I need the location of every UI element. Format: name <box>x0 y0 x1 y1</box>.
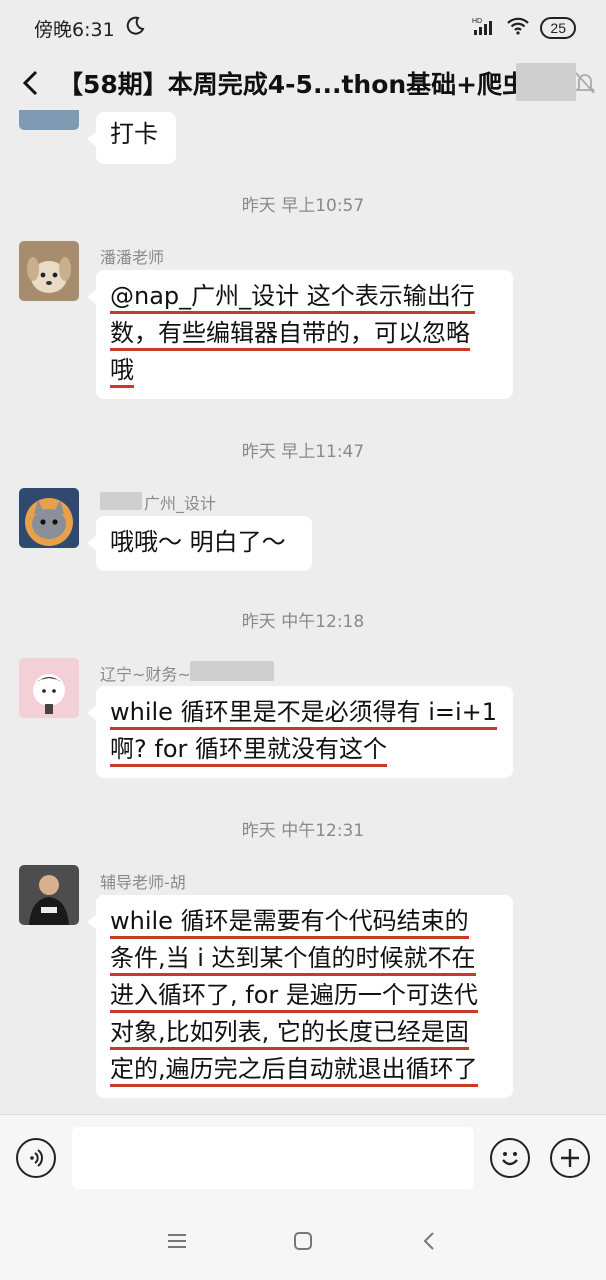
chat-title-text: 【58期】本周完成4-5...thon基础+爬虫 <box>58 70 518 99</box>
nav-back-icon[interactable] <box>412 1224 446 1258</box>
battery-indicator: 25 <box>540 17 576 39</box>
sender-name: 潘潘老师 <box>100 248 165 267</box>
voice-icon[interactable] <box>16 1138 56 1178</box>
chat-header: 【58期】本周完成4-5...thon基础+爬虫 <box>0 56 606 110</box>
message-text-line: 条件,当 i 达到某个值的时候就不在 <box>110 944 476 976</box>
redacted-block <box>100 492 142 510</box>
timestamp: 昨天 早上10:57 <box>241 196 365 216</box>
message-text-line: @nap_广州_设计 这个表示输出行 <box>110 282 475 314</box>
wifi-icon <box>506 16 530 41</box>
emoji-icon[interactable] <box>490 1138 530 1178</box>
message-input[interactable] <box>72 1127 474 1189</box>
message-bubble[interactable]: while 循环是需要有个代码结束的 条件,当 i 达到某个值的时候就不在 进入… <box>87 895 513 1098</box>
chat-messages[interactable]: 打卡 昨天 早上10:57 潘潘老师 @nap_广州_设计 这个表示输出行 数，… <box>0 110 606 1114</box>
timestamp: 昨天 早上11:47 <box>241 442 365 462</box>
signal-icon: HD <box>472 16 496 41</box>
message-bubble[interactable]: 打卡 <box>87 112 176 164</box>
home-icon[interactable] <box>286 1224 320 1258</box>
avatar[interactable] <box>19 241 79 301</box>
message-text: 打卡 <box>110 120 158 148</box>
message-bubble[interactable]: 哦哦～ 明白了～ <box>87 516 312 571</box>
sender-name: 广州_设计 <box>144 494 217 513</box>
menu-icon[interactable] <box>160 1224 194 1258</box>
message-text-line: 啊? for 循环里就没有这个 <box>110 735 387 767</box>
redacted-block <box>516 63 576 101</box>
message-bubble[interactable]: @nap_广州_设计 这个表示输出行 数，有些编辑器自带的，可以忽略 哦 <box>87 270 513 399</box>
message-text-line: while 循环里是不是必须得有 i=i+1 <box>110 698 498 730</box>
timestamp: 昨天 中午12:18 <box>241 612 365 632</box>
redacted-block <box>190 661 274 681</box>
system-nav-bar <box>0 1200 606 1280</box>
timestamp: 昨天 中午12:31 <box>241 821 365 841</box>
message-text: 哦哦～ 明白了～ <box>110 528 286 556</box>
mute-bell-icon <box>574 70 596 100</box>
status-left: 傍晚6:31 <box>34 15 145 42</box>
message-bubble[interactable]: while 循环里是不是必须得有 i=i+1 啊? for 循环里就没有这个 <box>87 686 513 778</box>
message-text-line: 对象,比如列表, 它的长度已经是固 <box>110 1018 469 1050</box>
message-text-line: while 循环是需要有个代码结束的 <box>110 907 469 939</box>
input-bar <box>0 1114 606 1201</box>
plus-icon[interactable] <box>550 1138 590 1178</box>
avatar[interactable] <box>19 488 79 548</box>
back-arrow-icon[interactable] <box>8 56 54 110</box>
message-text-line: 定的,遍历完之后自动就退出循环了 <box>110 1055 478 1087</box>
status-bar: 傍晚6:31 HD 25 <box>0 0 606 56</box>
message-text-line: 进入循环了, for 是遍历一个可迭代 <box>110 981 478 1013</box>
status-right: HD 25 <box>472 16 576 41</box>
avatar[interactable] <box>19 865 79 925</box>
sender-name: 辽宁~财务~ <box>100 665 191 684</box>
avatar[interactable] <box>19 658 79 718</box>
moon-icon <box>125 16 145 41</box>
chat-title: 【58期】本周完成4-5...thon基础+爬虫 <box>58 65 518 101</box>
svg-text:HD: HD <box>472 18 482 25</box>
avatar[interactable] <box>19 110 79 130</box>
status-time: 傍晚6:31 <box>34 18 115 41</box>
sender-name: 辅导老师-胡 <box>100 873 186 892</box>
message-text-line: 哦 <box>110 356 134 388</box>
message-text-line: 数，有些编辑器自带的，可以忽略 <box>110 319 470 351</box>
